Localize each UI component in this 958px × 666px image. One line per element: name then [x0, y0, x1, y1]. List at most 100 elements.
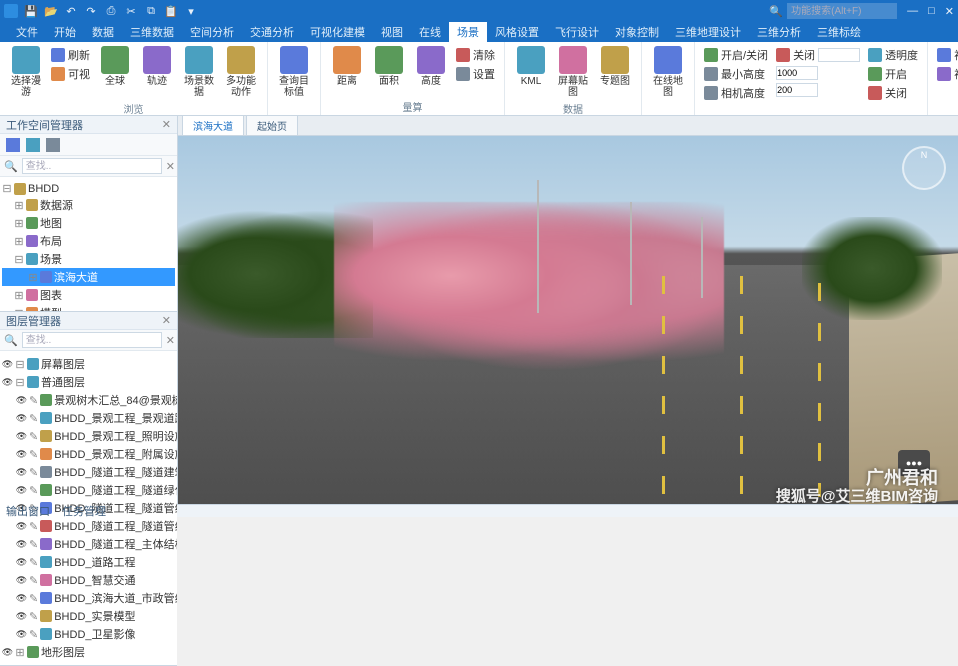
ribbon-btn-2-2[interactable]: 高度 — [411, 44, 451, 98]
ribbon-small-2-3-0[interactable]: 清除 — [453, 46, 498, 64]
ribbon-small-0-1-1[interactable]: 可视 — [48, 65, 93, 83]
ribbon-small-icon — [51, 48, 65, 62]
ws-tool-2-icon[interactable] — [26, 138, 40, 152]
tree-node-0[interactable]: ⊞数据源 — [2, 196, 175, 214]
ribbon-small-6-0-1[interactable]: 视口设置 — [934, 65, 958, 83]
ribbon-small-6-0-0[interactable]: 视口模式 — [934, 46, 958, 64]
ribbon-small-label: 开启/关闭 — [721, 47, 768, 63]
ribbon-btn-2-0[interactable]: 距离 — [327, 44, 367, 98]
tree-node-5[interactable]: ⊞图表 — [2, 286, 175, 304]
search-input[interactable] — [787, 3, 897, 19]
menu-4[interactable]: 空间分析 — [182, 22, 242, 42]
ribbon-btn-0-4[interactable]: 场景数据 — [179, 44, 219, 100]
tree-node-2[interactable]: ⊞布局 — [2, 232, 175, 250]
ribbon-btn-2-1[interactable]: 面积 — [369, 44, 409, 98]
layer-node-9[interactable]: 👁✎BHDD_道路工程 — [2, 553, 175, 571]
ribbon-input[interactable] — [776, 83, 818, 97]
ribbon-small-0-1-0[interactable]: 刷新 — [48, 46, 93, 64]
workspace-tree[interactable]: ⊟BHDD⊞数据源⊞地图⊞布局⊟场景⊞滨海大道⊞图表⊞模型⊞资源 — [0, 177, 177, 311]
menu-1[interactable]: 开始 — [46, 22, 84, 42]
ribbon-btn-4-0[interactable]: 在线地图 — [648, 44, 688, 113]
tree-node-6[interactable]: ⊞模型 — [2, 304, 175, 311]
layer-node-10[interactable]: 👁✎BHDD_智慧交通 — [2, 571, 175, 589]
ribbon-small-5-2-2[interactable]: 关闭 — [865, 84, 921, 102]
menu-13[interactable]: 三维地理设计 — [667, 22, 749, 42]
menu-8[interactable]: 在线 — [411, 22, 449, 42]
clear-icon[interactable]: ✕ — [166, 334, 175, 347]
layer-node-4[interactable]: 👁✎BHDD_隧道工程_隧道建筑 — [2, 463, 175, 481]
ribbon-btn-0-3[interactable]: 轨迹 — [137, 44, 177, 100]
menu-2[interactable]: 数据 — [84, 22, 122, 42]
menu-6[interactable]: 可视化建模 — [302, 22, 373, 42]
qat-cut-icon[interactable]: ✂ — [124, 4, 138, 18]
layer-group-0[interactable]: 👁⊟屏幕图层 — [2, 355, 175, 373]
ribbon-small-2-3-1[interactable]: 设置 — [453, 65, 498, 83]
qat-undo-icon[interactable]: ↶ — [64, 4, 78, 18]
panel-close-icon[interactable]: ✕ — [162, 118, 171, 131]
menu-15[interactable]: 三维标绘 — [809, 22, 869, 42]
menu-0[interactable]: 文件 — [8, 22, 46, 42]
view-tab-0[interactable]: 滨海大道 — [182, 115, 244, 135]
clear-icon[interactable]: ✕ — [166, 160, 175, 173]
ribbon-btn-3-0[interactable]: KML — [511, 44, 551, 100]
compass-widget[interactable] — [902, 146, 946, 190]
workspace-search-input[interactable] — [22, 158, 162, 174]
ribbon-input[interactable] — [776, 66, 818, 80]
panel-close-icon[interactable]: ✕ — [162, 314, 171, 327]
menu-10[interactable]: 风格设置 — [487, 22, 547, 42]
layer-search-input[interactable] — [22, 332, 162, 348]
ribbon-btn-0-5[interactable]: 多功能动作 — [221, 44, 261, 100]
menu-14[interactable]: 三维分析 — [749, 22, 809, 42]
ribbon-small-5-2-1[interactable]: 开启 — [865, 65, 921, 83]
qat-paste-icon[interactable]: 📋 — [164, 4, 178, 18]
menu-5[interactable]: 交通分析 — [242, 22, 302, 42]
qat-print-icon[interactable]: ⎙ — [104, 4, 118, 18]
ribbon-btn-3-2[interactable]: 专题图 — [595, 44, 635, 100]
ribbon-small-5-0-1[interactable]: 最小高度 — [701, 65, 771, 83]
layer-node-5[interactable]: 👁✎BHDD_隧道工程_隧道绿化_风景 — [2, 481, 175, 499]
qat-copy-icon[interactable]: ⧉ — [144, 4, 158, 18]
ribbon-small-5-0-2[interactable]: 相机高度 — [701, 84, 771, 102]
3d-viewport[interactable]: ●●● 广州君和 搜狐号@艾三维BIM咨询 — [178, 136, 958, 504]
ribbon-btn-1-0[interactable]: 查询目标值 — [274, 44, 314, 113]
ribbon-input[interactable] — [818, 48, 860, 62]
layer-node-0[interactable]: 👁✎景观树木汇总_84@景观树木 — [2, 391, 175, 409]
maximize-button[interactable]: □ — [928, 5, 935, 18]
qat-save-icon[interactable]: 💾 — [24, 4, 38, 18]
ribbon-small-5-1-1[interactable] — [773, 65, 863, 81]
ribbon-small-5-2-0[interactable]: 透明度 — [865, 46, 921, 64]
menu-9[interactable]: 场景 — [449, 22, 487, 42]
layer-node-3[interactable]: 👁✎BHDD_景观工程_附属设施 — [2, 445, 175, 463]
layer-terrain[interactable]: 👁⊞地形图层 — [2, 643, 175, 661]
menu-3[interactable]: 三维数据 — [122, 22, 182, 42]
qat-open-icon[interactable]: 📂 — [44, 4, 58, 18]
layer-node-12[interactable]: 👁✎BHDD_实景模型 — [2, 607, 175, 625]
ws-tool-3-icon[interactable] — [46, 138, 60, 152]
menu-12[interactable]: 对象控制 — [607, 22, 667, 42]
menu-7[interactable]: 视图 — [373, 22, 411, 42]
close-button[interactable]: ✕ — [945, 5, 954, 18]
layer-group-1[interactable]: 👁⊟普通图层 — [2, 373, 175, 391]
layer-node-7[interactable]: 👁✎BHDD_隧道工程_隧道管线_冷暖 — [2, 517, 175, 535]
ribbon-btn-0-2[interactable]: 全球 — [95, 44, 135, 100]
tree-node-1[interactable]: ⊞地图 — [2, 214, 175, 232]
layer-node-1[interactable]: 👁✎BHDD_景观工程_景观道路 — [2, 409, 175, 427]
tree-root[interactable]: ⊟BHDD — [2, 181, 175, 196]
ws-tool-1-icon[interactable] — [6, 138, 20, 152]
ribbon-btn-0-0[interactable]: 选择漫游 — [6, 44, 46, 100]
ribbon-small-5-1-0[interactable]: 关闭 — [773, 46, 863, 64]
ribbon-btn-3-1[interactable]: 屏幕贴图 — [553, 44, 593, 100]
ribbon-small-5-0-0[interactable]: 开启/关闭 — [701, 46, 771, 64]
ribbon-small-5-1-2[interactable] — [773, 82, 863, 98]
qat-more-icon[interactable]: ▾ — [184, 4, 198, 18]
tree-node-4[interactable]: ⊞滨海大道 — [2, 268, 175, 286]
minimize-button[interactable]: — — [907, 5, 918, 18]
view-tab-1[interactable]: 起始页 — [246, 115, 298, 135]
layer-node-13[interactable]: 👁✎BHDD_卫星影像 — [2, 625, 175, 643]
layer-node-8[interactable]: 👁✎BHDD_隧道工程_主体结构 — [2, 535, 175, 553]
layer-node-11[interactable]: 👁✎BHDD_滨海大道_市政管线工程 — [2, 589, 175, 607]
tree-node-3[interactable]: ⊟场景 — [2, 250, 175, 268]
menu-11[interactable]: 飞行设计 — [547, 22, 607, 42]
qat-redo-icon[interactable]: ↷ — [84, 4, 98, 18]
layer-node-2[interactable]: 👁✎BHDD_景观工程_照明设施 — [2, 427, 175, 445]
